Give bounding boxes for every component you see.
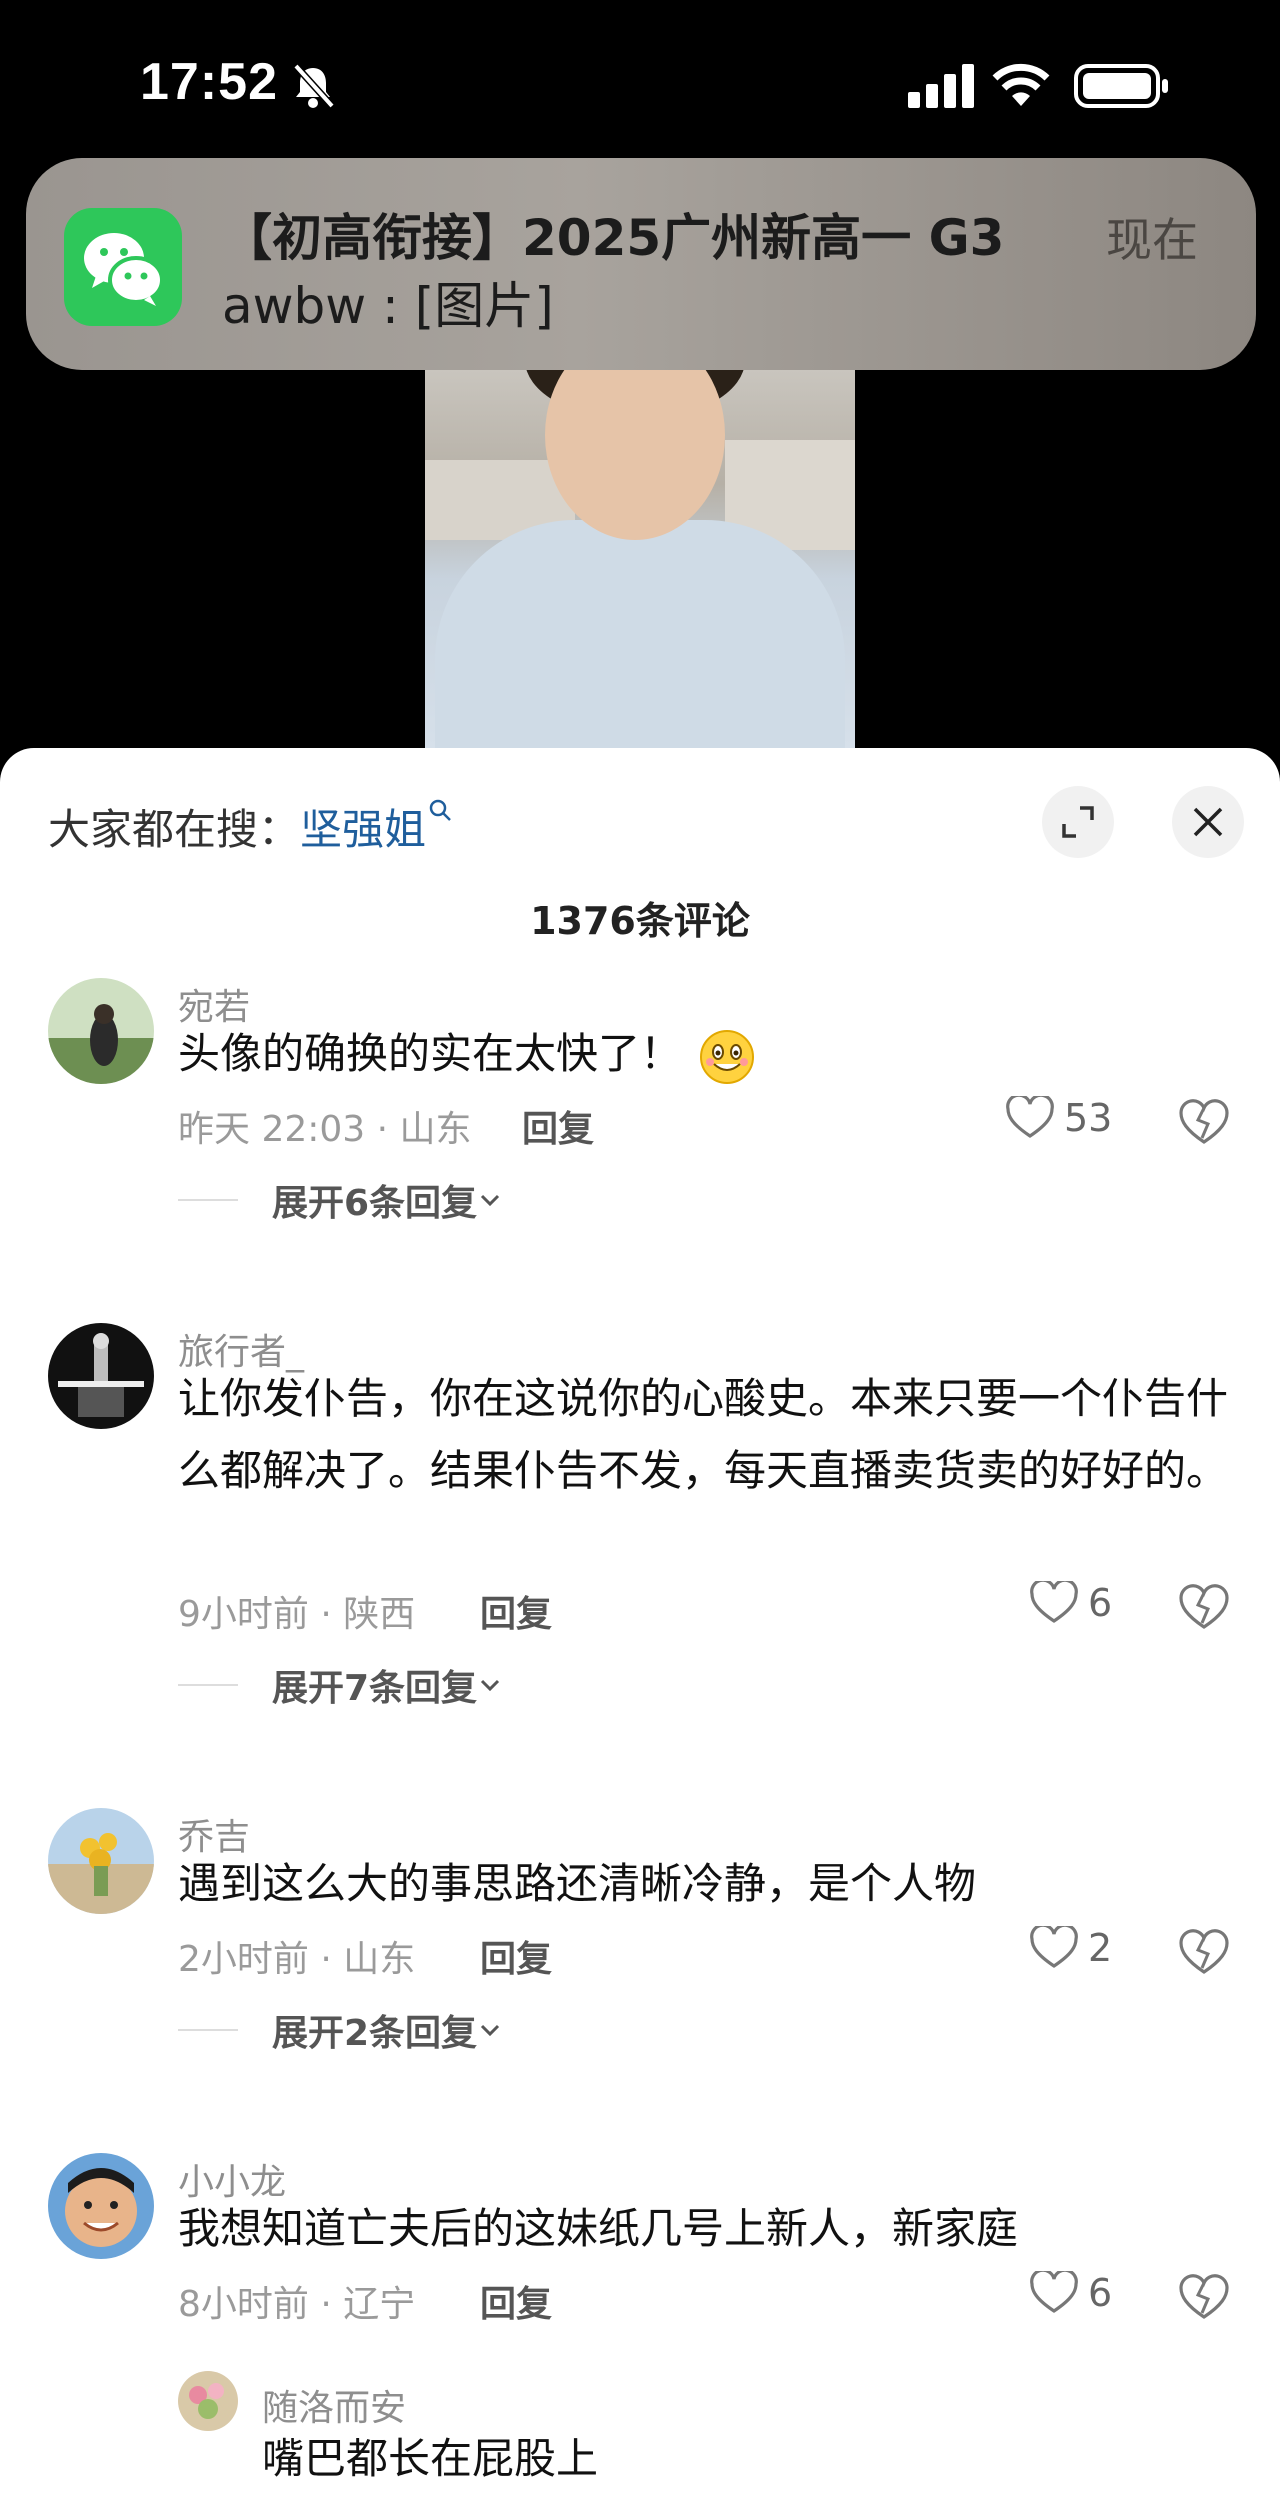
- avatar[interactable]: [48, 1808, 154, 1914]
- like-button[interactable]: 6: [1030, 2271, 1112, 2315]
- divider-line: [178, 1684, 238, 1686]
- notification-title: 【初高衔接】2025广州新高一 G3: [222, 209, 1005, 267]
- avatar[interactable]: [48, 978, 154, 1084]
- status-time: 17:52: [140, 53, 278, 111]
- sub-reply-text: 嘴巴都长在屁股上: [262, 2434, 599, 2483]
- cellular-signal-icon: [908, 64, 974, 108]
- chevron-down-icon: [481, 1194, 500, 1207]
- search-icon: [429, 799, 451, 821]
- divider-line: [178, 1199, 238, 1201]
- notification-time: 现在: [1106, 213, 1198, 267]
- status-bar: 17:52: [0, 0, 1280, 160]
- expand-replies-label: 展开7条回复: [272, 1668, 478, 1709]
- comment-text: 遇到这么大的事思路还清晰冷静，是个人物: [178, 1859, 977, 1908]
- wechat-icon: [64, 208, 182, 326]
- comment-meta: 2小时前 · 山东: [178, 1939, 416, 1980]
- comment-item: 乔吉 遇到这么大的事思路还清晰冷静，是个人物 2小时前 · 山东 回复 2 展开…: [0, 1808, 1280, 2138]
- heart-icon: [1006, 1096, 1054, 1138]
- like-count: 6: [1088, 1581, 1113, 1625]
- close-icon: [1193, 807, 1223, 837]
- expand-button[interactable]: [1042, 786, 1114, 858]
- comment-item: 宛若 头像的确换的实在太快了！ 昨天 22:03 · 山东 回复 53 展开6条…: [0, 978, 1280, 1308]
- heart-icon: [1030, 1581, 1078, 1623]
- video-preview[interactable]: [425, 370, 855, 750]
- heart-icon: [1030, 2271, 1078, 2313]
- chevron-down-icon: [481, 2024, 500, 2037]
- expand-replies-button[interactable]: 展开2条回复: [178, 2004, 503, 2056]
- close-button[interactable]: [1172, 786, 1244, 858]
- dislike-broken-heart-icon[interactable]: [1178, 1928, 1230, 1976]
- comment-meta: 8小时前 · 辽宁: [178, 2284, 416, 2325]
- avatar[interactable]: [48, 2153, 154, 2259]
- expand-replies-label: 展开6条回复: [272, 1183, 478, 1224]
- comment-meta: 9小时前 · 陕西: [178, 1594, 416, 1635]
- avatar[interactable]: [48, 1323, 154, 1429]
- reply-button[interactable]: 回复: [480, 1930, 552, 1982]
- comment-sheet: 大家都在搜：坚强姐 1376条评论 宛若 头像的确换的实在太快了！ 昨天 22:…: [0, 748, 1280, 2497]
- expand-replies-button[interactable]: 展开7条回复: [178, 1659, 503, 1711]
- battery-icon: [1074, 64, 1168, 108]
- notification-body: awbw : [图片]: [222, 277, 554, 335]
- comment-text: 头像的确换的实在太快了！: [178, 1018, 1238, 1090]
- comment-item: 小小龙 我想知道亡夫后的这妹纸几号上新人，新家庭 8小时前 · 辽宁 回复 6 …: [0, 2153, 1280, 2497]
- expand-replies-button[interactable]: 展开6条回复: [178, 1174, 503, 1226]
- reply-button[interactable]: 回复: [480, 2275, 552, 2327]
- sub-reply-avatar[interactable]: [178, 2371, 238, 2431]
- like-button[interactable]: 6: [1030, 1581, 1112, 1625]
- search-suggestion-term[interactable]: 坚强姐: [300, 805, 426, 854]
- grinning-face-emoji-icon: [700, 1029, 755, 1084]
- like-count: 2: [1088, 1926, 1113, 1970]
- comment-item: 旅行者_ 让你发仆告，你在这说你的心酸史。本来只要一个仆告什么都解决了。结果仆告…: [0, 1323, 1280, 1803]
- like-count: 6: [1088, 2271, 1113, 2315]
- comment-text-content: 头像的确换的实在太快了！: [178, 1029, 683, 1078]
- dislike-broken-heart-icon[interactable]: [1178, 1583, 1230, 1631]
- comment-text: 我想知道亡夫后的这妹纸几号上新人，新家庭: [178, 2204, 1019, 2253]
- chevron-down-icon: [481, 1679, 500, 1692]
- reply-button[interactable]: 回复: [522, 1100, 594, 1152]
- video-person-shirt: [435, 520, 845, 750]
- wifi-icon: [992, 63, 1050, 106]
- expand-replies-label: 展开2条回复: [272, 2013, 478, 2054]
- comment-count: 1376条评论: [530, 899, 750, 943]
- bell-muted-icon: [293, 63, 335, 109]
- search-suggestion-prefix: 大家都在搜：: [48, 805, 301, 854]
- like-button[interactable]: 53: [1006, 1096, 1112, 1140]
- comment-meta: 昨天 22:03 · 山东: [178, 1109, 472, 1150]
- notification-banner[interactable]: 【初高衔接】2025广州新高一 G3 awbw : [图片] 现在: [26, 158, 1256, 370]
- like-button[interactable]: 2: [1030, 1926, 1112, 1970]
- dislike-broken-heart-icon[interactable]: [1178, 1098, 1230, 1146]
- reply-button[interactable]: 回复: [480, 1585, 552, 1637]
- expand-icon: [1062, 806, 1094, 838]
- heart-icon: [1030, 1926, 1078, 1968]
- divider-line: [178, 2029, 238, 2031]
- comment-text: 让你发仆告，你在这说你的心酸史。本来只要一个仆告什么都解决了。结果仆告不发，每天…: [178, 1374, 1229, 1495]
- search-suggestion[interactable]: 大家都在搜：坚强姐: [48, 796, 454, 857]
- dislike-broken-heart-icon[interactable]: [1178, 2273, 1230, 2321]
- like-count: 53: [1064, 1096, 1113, 1140]
